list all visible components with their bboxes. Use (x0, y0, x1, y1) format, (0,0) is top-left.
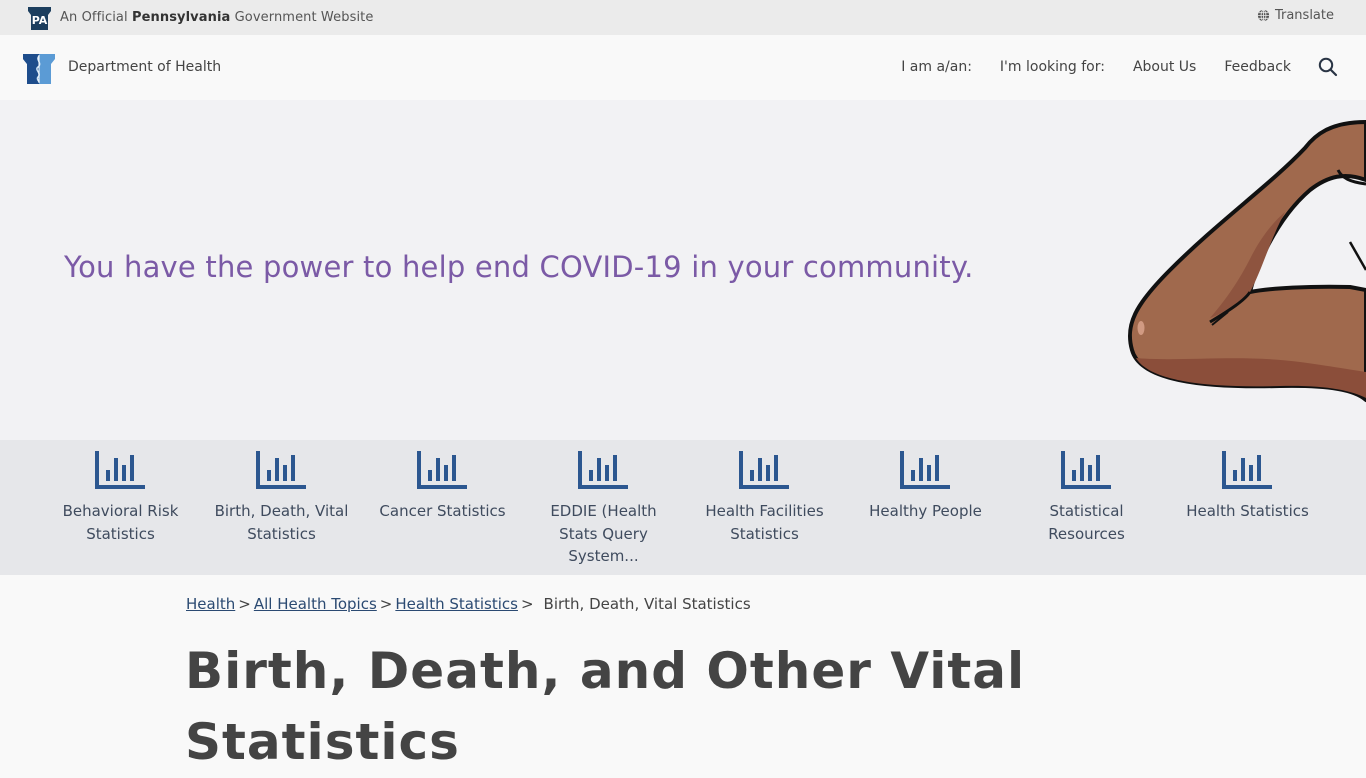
hero-message: You have the power to help end COVID-19 … (64, 250, 974, 284)
stat-link-label: Birth, Death, Vital Statistics (214, 502, 349, 543)
site-header: Department of Health I am a/an: I'm look… (0, 35, 1366, 100)
breadcrumb-separator: > (238, 595, 251, 613)
nav-about-us[interactable]: About Us (1133, 59, 1196, 75)
translate-label: Translate (1274, 8, 1334, 23)
stat-link-label: Behavioral Risk Statistics (62, 502, 179, 543)
stat-link-label: Healthy People (869, 502, 982, 520)
flexed-arm-illustration (1127, 120, 1366, 402)
breadcrumb-separator: > (520, 595, 534, 613)
stat-link-statistical-resources[interactable]: Statistical Resources (1006, 450, 1167, 545)
stat-link-label: Health Statistics (1186, 502, 1309, 520)
bar-chart-icon (577, 451, 628, 489)
stat-link-label: EDDIE (Health Stats Query System... (550, 502, 657, 565)
bar-chart-icon (94, 451, 145, 489)
stat-link-label: Health Facilities Statistics (705, 502, 824, 543)
breadcrumb-current: Birth, Death, Vital Statistics (543, 595, 751, 613)
stat-link-health-facilities[interactable]: Health Facilities Statistics (684, 450, 845, 545)
bar-chart-icon (416, 451, 467, 489)
stat-link-eddie[interactable]: EDDIE (Health Stats Query System... (523, 450, 684, 568)
svg-text:PA: PA (32, 14, 48, 27)
stat-link-cancer[interactable]: Cancer Statistics (362, 450, 523, 523)
main-navigation: I am a/an: I'm looking for: About Us Fee… (873, 57, 1338, 77)
stat-link-birth-death-vital[interactable]: Birth, Death, Vital Statistics (201, 450, 362, 545)
stat-link-label: Statistical Resources (1048, 502, 1125, 543)
official-website-notice: An Official Pennsylvania Government Webs… (60, 10, 373, 25)
bar-chart-icon (1221, 451, 1272, 489)
stat-link-label: Cancer Statistics (379, 502, 506, 520)
globe-icon (1257, 9, 1270, 22)
translate-button[interactable]: Translate (1257, 8, 1334, 23)
department-of-health-logo[interactable] (22, 51, 56, 85)
breadcrumb-separator: > (379, 595, 393, 613)
page-title: Birth, Death, and Other Vital Statistics (185, 642, 1026, 771)
breadcrumb-link-all-health-topics[interactable]: All Health Topics (254, 595, 377, 613)
nav-looking-for[interactable]: I'm looking for: (1000, 59, 1105, 75)
nav-i-am[interactable]: I am a/an: (901, 59, 972, 75)
pa-keystone-icon: PA (28, 7, 51, 30)
stat-link-health-statistics[interactable]: Health Statistics (1167, 450, 1328, 523)
official-state: Pennsylvania (131, 10, 231, 25)
bar-chart-icon (1060, 451, 1111, 489)
official-prefix: An Official (60, 10, 128, 25)
hero-banner[interactable]: You have the power to help end COVID-19 … (0, 100, 1366, 440)
official-government-bar: PA An Official Pennsylvania Government W… (0, 0, 1366, 35)
stat-link-behavioral-risk[interactable]: Behavioral Risk Statistics (40, 450, 201, 545)
search-icon[interactable] (1318, 57, 1338, 77)
stat-link-healthy-people[interactable]: Healthy People (845, 450, 1006, 523)
nav-feedback[interactable]: Feedback (1224, 59, 1291, 75)
bar-chart-icon (738, 451, 789, 489)
bar-chart-icon (255, 451, 306, 489)
bar-chart-icon (899, 451, 950, 489)
official-suffix: Government Website (234, 10, 374, 25)
breadcrumb: Health > All Health Topics > Health Statisti… (186, 595, 751, 613)
department-name[interactable]: Department of Health (68, 59, 221, 75)
statistics-links-strip: Behavioral Risk Statistics Birth, Death,… (0, 440, 1366, 575)
breadcrumb-link-health-statistics[interactable]: Health Statistics (395, 595, 518, 613)
breadcrumb-link-health[interactable]: Health (186, 595, 235, 613)
